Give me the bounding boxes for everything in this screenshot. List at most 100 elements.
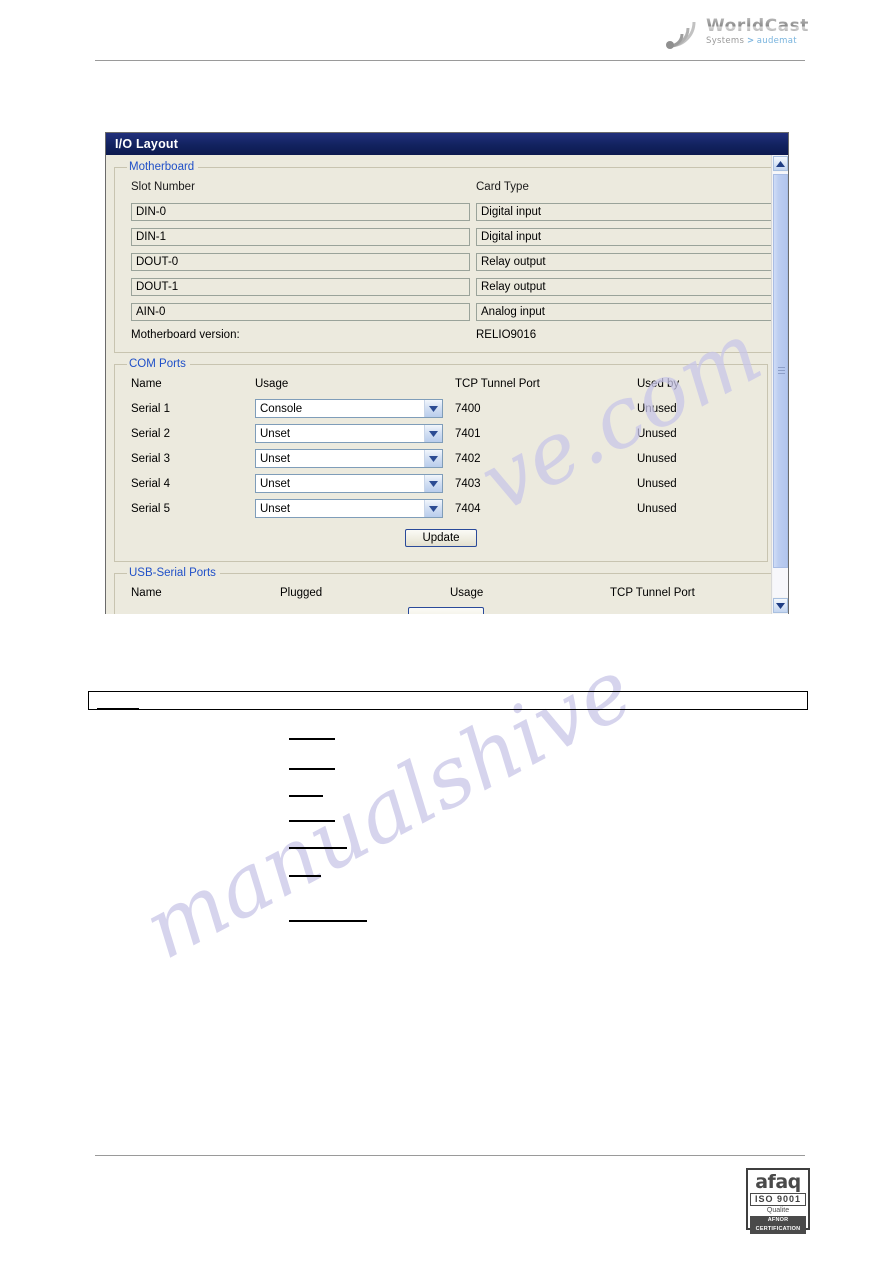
slot-cell xyxy=(125,202,470,221)
column-header-name: Name xyxy=(131,378,162,390)
chevron-down-icon[interactable] xyxy=(424,400,442,417)
usage-select-value-3: Unset xyxy=(260,477,291,490)
redacted-line xyxy=(289,847,347,849)
usb-serial-ports-section: USB-Serial Ports Name Plugged Usage TCP … xyxy=(114,567,781,614)
motherboard-legend: Motherboard xyxy=(129,161,195,173)
com-port-used-by-0: Unused xyxy=(637,402,677,415)
com-port-tcp-0: 7400 xyxy=(455,402,481,415)
redacted-line xyxy=(289,768,335,770)
scrollbar-track[interactable] xyxy=(773,172,788,597)
com-port-tcp-2: 7402 xyxy=(455,452,481,465)
footer-divider xyxy=(95,1155,805,1156)
usb-serial-ports-legend: USB-Serial Ports xyxy=(129,567,216,579)
table-row xyxy=(125,224,773,249)
usage-cell: Unset xyxy=(255,474,455,493)
motherboard-version-label: Motherboard version: xyxy=(131,329,240,341)
table-row xyxy=(125,274,773,299)
io-layout-window: I/O Layout Motherboard Slot Number Card … xyxy=(105,132,789,614)
card-type-field-0[interactable] xyxy=(476,203,773,221)
scroll-down-button[interactable] xyxy=(773,598,788,613)
card-cell xyxy=(470,302,773,321)
column-header-plugged: Plugged xyxy=(280,587,323,599)
scrollable-content: Motherboard Slot Number Card Type DIN-0 … xyxy=(106,155,781,614)
com-port-used-by-1: Unused xyxy=(637,427,677,440)
com-ports-actions: Update xyxy=(125,521,757,555)
update-button[interactable]: Update xyxy=(405,529,477,547)
usage-select-0[interactable]: Console xyxy=(255,399,443,418)
redacted-line xyxy=(289,920,367,922)
vertical-scrollbar[interactable] xyxy=(771,155,788,614)
chevron-down-icon[interactable] xyxy=(424,500,442,517)
worldcast-logo: WorldCast Systems > audemat xyxy=(660,12,808,52)
redacted-line xyxy=(289,795,323,797)
chevron-down-icon[interactable] xyxy=(424,475,442,492)
com-port-name-3: Serial 4 xyxy=(131,477,170,490)
slot-number-field-0[interactable] xyxy=(131,203,470,221)
cert-standard: ISO 9001 xyxy=(750,1193,806,1206)
column-header-slot-number: Slot Number xyxy=(131,181,195,193)
usage-select-4[interactable]: Unset xyxy=(255,499,443,518)
signal-waves-icon xyxy=(660,12,702,52)
motherboard-version-value: RELIO9016 xyxy=(476,329,537,341)
usage-select-1[interactable]: Unset xyxy=(255,424,443,443)
usage-select-value-4: Unset xyxy=(260,502,291,515)
com-port-used-by-3: Unused xyxy=(637,477,677,490)
table-row: Serial 2 Unset 7401 Unused xyxy=(125,421,757,446)
slot-number-field-1[interactable] xyxy=(131,228,470,246)
brand-name: WorldCast xyxy=(706,16,809,37)
slot-number-field-4[interactable] xyxy=(131,303,470,321)
com-port-name-1: Serial 2 xyxy=(131,427,170,440)
com-port-used-by-4: Unused xyxy=(637,502,677,515)
slot-number-field-2[interactable] xyxy=(131,253,470,271)
slot-cell xyxy=(125,252,470,271)
com-port-name-2: Serial 3 xyxy=(131,452,170,465)
chevron-down-icon[interactable] xyxy=(424,425,442,442)
usage-select-value-2: Unset xyxy=(260,452,291,465)
usage-select-value-1: Unset xyxy=(260,427,291,440)
usage-cell: Unset xyxy=(255,499,455,518)
brand-wordmark: WorldCast Systems > audemat xyxy=(706,18,809,46)
usage-select-2[interactable]: Unset xyxy=(255,449,443,468)
card-cell xyxy=(470,202,773,221)
column-header-used-by: Used by xyxy=(637,378,680,390)
card-type-field-4[interactable] xyxy=(476,303,773,321)
chevron-up-icon xyxy=(776,160,785,167)
slot-number-field-3[interactable] xyxy=(131,278,470,296)
motherboard-section: Motherboard Slot Number Card Type DIN-0 … xyxy=(114,161,781,353)
column-header-tcp-port: TCP Tunnel Port xyxy=(455,378,540,390)
motherboard-version-row: Motherboard version: RELIO9016 xyxy=(125,324,770,346)
com-port-name-4: Serial 5 xyxy=(131,502,170,515)
column-header-usb-usage: Usage xyxy=(450,587,484,599)
card-type-field-2[interactable] xyxy=(476,253,773,271)
table-row xyxy=(125,199,773,224)
header-divider xyxy=(95,60,805,61)
slot-cell xyxy=(125,277,470,296)
usage-cell: Unset xyxy=(255,449,455,468)
chevron-down-icon[interactable] xyxy=(424,450,442,467)
cert-body: AFNOR CERTIFICATION xyxy=(750,1216,806,1234)
table-row: Serial 4 Unset 7403 Unused xyxy=(125,471,757,496)
page-title: I/O Layout xyxy=(115,137,179,151)
usage-select-3[interactable]: Unset xyxy=(255,474,443,493)
redacted-line xyxy=(289,875,321,877)
com-ports-section: COM Ports Name Usage TCP Tunnel Port Use… xyxy=(114,358,768,562)
card-type-field-3[interactable] xyxy=(476,278,773,296)
page-header: WorldCast Systems > audemat xyxy=(0,0,893,62)
usage-cell: Unset xyxy=(255,424,455,443)
brand-tagline: Systems > audemat xyxy=(706,37,809,46)
window-body: Motherboard Slot Number Card Type DIN-0 … xyxy=(106,155,788,614)
scrollbar-thumb[interactable] xyxy=(773,174,788,568)
slot-cell xyxy=(125,302,470,321)
cert-quality: Qualite xyxy=(766,1207,790,1214)
card-cell xyxy=(470,252,773,271)
afaq-certification-logo: afaq ISO 9001 Qualite AFNOR CERTIFICATIO… xyxy=(746,1168,810,1234)
card-cell xyxy=(470,227,773,246)
column-header-usage: Usage xyxy=(255,378,289,390)
window-titlebar: I/O Layout xyxy=(106,133,788,155)
card-type-field-1[interactable] xyxy=(476,228,773,246)
scroll-up-button[interactable] xyxy=(773,156,788,171)
usb-update-button-clipped[interactable] xyxy=(408,607,484,614)
redacted-callout-box xyxy=(88,691,808,710)
grip-lines-icon xyxy=(778,367,785,374)
com-port-used-by-2: Unused xyxy=(637,452,677,465)
